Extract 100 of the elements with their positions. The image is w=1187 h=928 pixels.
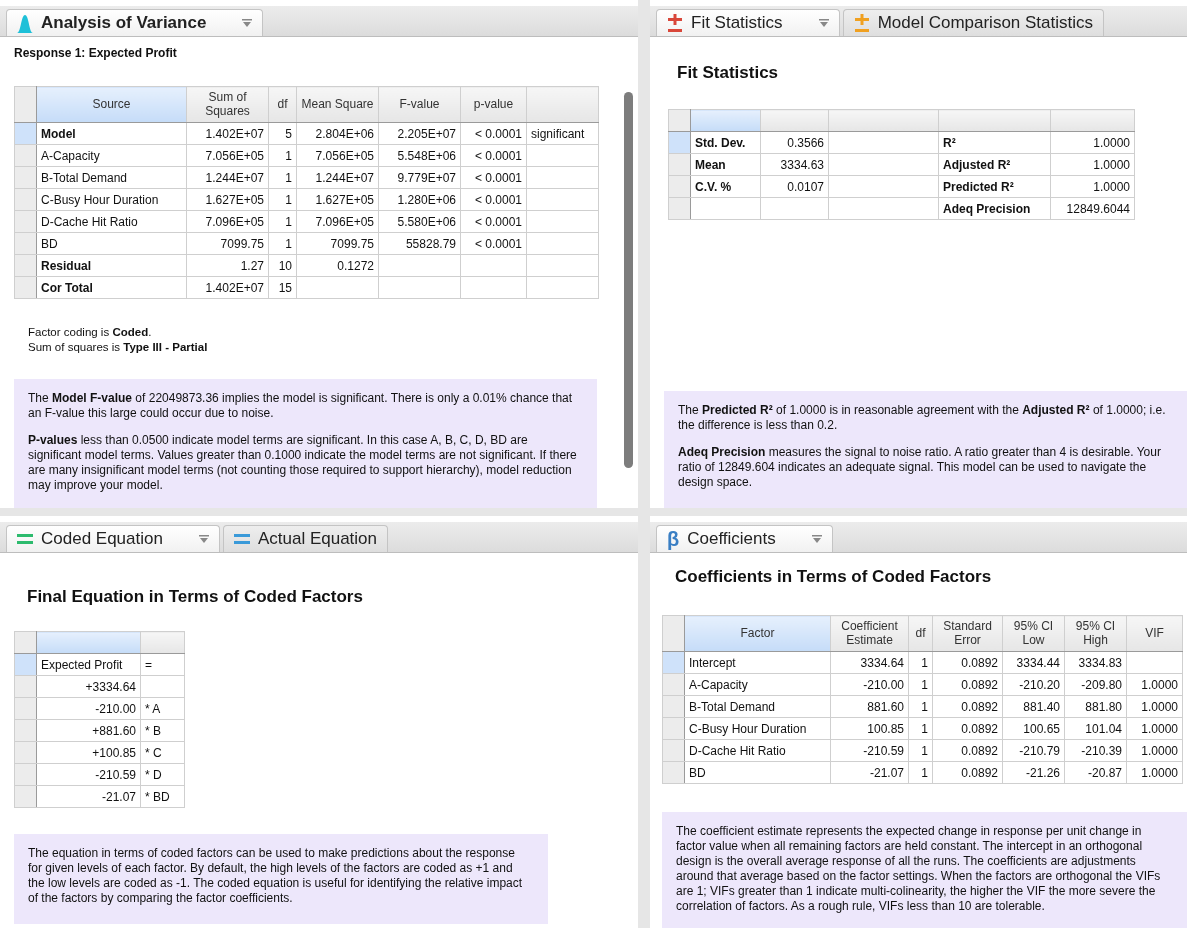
table-cell: D-Cache Hit Ratio [41, 214, 138, 229]
table-cell: 3334.83 [1078, 655, 1122, 670]
row-header[interactable] [14, 232, 37, 255]
table-cell: 0.3566 [787, 135, 824, 150]
row-header[interactable] [14, 675, 37, 698]
column-header[interactable]: p-value [460, 86, 527, 123]
table-cell: 881.40 [1023, 699, 1060, 714]
row-header[interactable] [662, 651, 685, 674]
table-cell: 1.0000 [1141, 743, 1178, 758]
table-cell: +881.60 [92, 723, 136, 738]
column-header[interactable]: F-value [378, 86, 461, 123]
table-cell: 7.096E+05 [315, 214, 374, 229]
row-header[interactable] [668, 153, 691, 176]
panel-tab[interactable]: Coded Equation [6, 525, 220, 552]
row-header[interactable] [662, 739, 685, 762]
column-header[interactable]: VIF [1126, 615, 1183, 652]
row-header[interactable] [668, 131, 691, 154]
row-header[interactable] [662, 761, 685, 784]
table-cell: Predicted R² [943, 179, 1014, 194]
table-cell: 1 [285, 170, 292, 185]
row-header[interactable] [14, 763, 37, 786]
table-cell: 0.0107 [787, 179, 824, 194]
column-header[interactable]: Standard Error [932, 615, 1003, 652]
table-cell: * A [145, 701, 161, 716]
column-header[interactable]: df [908, 615, 933, 652]
panel-tab[interactable]: Actual Equation [222, 525, 389, 552]
table-cell: 1 [285, 236, 292, 251]
table-cell: -210.59 [95, 767, 136, 782]
table-cell: Residual [41, 258, 91, 273]
table-cell: 1.0000 [1093, 179, 1130, 194]
panel-tab[interactable]: β Coefficients [656, 525, 833, 552]
table-cell: A-Capacity [41, 148, 100, 163]
section-heading: Final Equation in Terms of Coded Factors [27, 587, 364, 607]
dropdown-arrow-icon [198, 535, 209, 543]
table-cell: < 0.0001 [474, 236, 522, 251]
table-cell: 0.0892 [961, 765, 998, 780]
row-header[interactable] [14, 653, 37, 676]
row-header[interactable] [14, 719, 37, 742]
table-cell: 7.056E+05 [315, 148, 374, 163]
row-header[interactable] [14, 144, 37, 167]
dropdown-arrow-icon [818, 19, 829, 27]
table-cell: BD [41, 236, 58, 251]
table-cell: 7099.75 [330, 236, 374, 251]
panel-tab[interactable]: Model Comparison Statistics [842, 9, 1105, 36]
table-cell: 1 [921, 743, 928, 758]
column-header[interactable]: Mean Square [296, 86, 379, 123]
row-header[interactable] [14, 188, 37, 211]
column-header[interactable]: df [268, 86, 297, 123]
panel-tab[interactable]: Fit Statistics [656, 9, 840, 36]
column-header[interactable]: Coefficient Estimate [830, 615, 909, 652]
table-cell: 1.27 [240, 258, 264, 273]
table-cell: 1.402E+07 [205, 280, 264, 295]
row-header[interactable] [14, 785, 37, 808]
table-cell: 0.0892 [961, 743, 998, 758]
table-cell: 1.244E+07 [315, 170, 374, 185]
row-header[interactable] [668, 175, 691, 198]
row-header[interactable] [14, 697, 37, 720]
row-header[interactable] [14, 122, 37, 145]
table-cell: 101.04 [1085, 721, 1122, 736]
section-heading: Fit Statistics [677, 63, 780, 83]
table-cell: 5.548E+06 [397, 148, 456, 163]
row-header[interactable] [14, 276, 37, 299]
column-header[interactable]: Source [36, 86, 187, 123]
row-header[interactable] [14, 166, 37, 189]
row-header[interactable] [662, 695, 685, 718]
column-header[interactable]: 95% CI High [1064, 615, 1127, 652]
column-header[interactable]: Factor [684, 615, 831, 652]
table-cell: Expected Profit [41, 657, 123, 672]
table-cell: 1.0000 [1093, 157, 1130, 172]
panel-tab[interactable]: Analysis of Variance [6, 9, 264, 36]
row-header[interactable] [14, 741, 37, 764]
row-header[interactable] [662, 673, 685, 696]
table-cell: -209.80 [1081, 677, 1122, 692]
table-cell: < 0.0001 [474, 214, 522, 229]
table-cell: -210.00 [863, 677, 904, 692]
row-header[interactable] [662, 717, 685, 740]
table-cell: 3334.64 [860, 655, 904, 670]
table-cell: 100.65 [1023, 721, 1060, 736]
table-cell: 1.0000 [1141, 677, 1178, 692]
table-cell: * D [145, 767, 162, 782]
table-cell: +100.85 [92, 745, 136, 760]
table-cell: Cor Total [41, 280, 93, 295]
column-header[interactable]: 95% CI Low [1002, 615, 1065, 652]
table-cell: C-Busy Hour Duration [41, 192, 159, 207]
row-header[interactable] [14, 254, 37, 277]
scrollbar[interactable] [624, 92, 633, 468]
row-header[interactable] [14, 210, 37, 233]
table-cell: A-Capacity [689, 677, 748, 692]
table-cell: 0.0892 [961, 655, 998, 670]
table-cell: 0.0892 [961, 677, 998, 692]
column-header[interactable]: Sum of Squares [186, 86, 269, 123]
table-cell: BD [689, 765, 706, 780]
row-header[interactable] [668, 197, 691, 220]
table-cell: -21.07 [101, 789, 136, 804]
info-paragraph: P-values less than 0.0500 indicate model terms are significant. In this case A, B, C, D, BD are significant model terms. Values greater than 0.1000 indicate the model terms are not significant. If there are many insignificant model terms (not counting those required to support hierarchy), model reduction may improve your model. [28, 432, 577, 493]
table-cell: = [145, 657, 152, 672]
table-cell: 1.627E+05 [205, 192, 264, 207]
response-title: Response 1: Expected Profit [14, 46, 178, 60]
table-cell: 12849.6044 [1066, 201, 1130, 216]
table-cell: -20.87 [1087, 765, 1122, 780]
